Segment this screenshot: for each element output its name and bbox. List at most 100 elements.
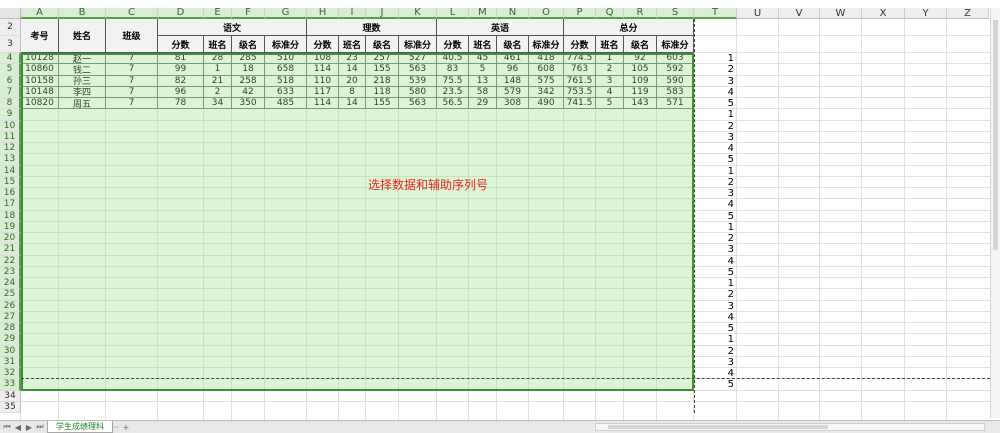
row-header-29[interactable]: 29 <box>0 334 21 346</box>
data-cell[interactable]: 105 <box>624 64 657 76</box>
horizontal-scroll-thumb[interactable] <box>608 425 828 429</box>
last-sheet-icon[interactable]: ⏭ <box>35 422 45 432</box>
vertical-scrollbar[interactable] <box>990 8 1000 418</box>
helper-sequence-cell[interactable]: 2 <box>694 64 737 75</box>
row-header-10[interactable]: 10 <box>0 120 21 132</box>
data-cell[interactable]: 563 <box>399 64 437 76</box>
column-header-j[interactable]: J <box>366 8 399 19</box>
row-header-8[interactable]: 8 <box>0 98 21 110</box>
row-header-13[interactable]: 13 <box>0 154 21 166</box>
data-cell[interactable]: 608 <box>529 64 564 76</box>
helper-sequence-cell[interactable]: 2 <box>694 177 737 188</box>
data-cell[interactable]: 周五 <box>59 98 106 110</box>
helper-sequence-cell[interactable]: 1 <box>694 53 737 64</box>
data-cell[interactable]: 4 <box>596 86 624 98</box>
subheader-class-rank[interactable]: 班名 <box>339 36 366 53</box>
row-header-7[interactable]: 7 <box>0 86 21 98</box>
helper-sequence-cell[interactable]: 4 <box>694 143 737 154</box>
data-cell[interactable]: 350 <box>232 98 265 110</box>
data-cell[interactable]: 563 <box>399 98 437 110</box>
data-cell[interactable]: 7 <box>106 98 158 110</box>
row-header-32[interactable]: 32 <box>0 368 21 380</box>
helper-sequence-cell[interactable]: 2 <box>694 346 737 357</box>
data-cell[interactable]: 7 <box>106 53 158 65</box>
helper-sequence-cell[interactable]: 5 <box>694 98 737 109</box>
data-cell[interactable]: 钱二 <box>59 64 106 76</box>
row-header-25[interactable]: 25 <box>0 289 21 301</box>
helper-sequence-cell[interactable]: 1 <box>694 222 737 233</box>
helper-sequence-cell[interactable]: 3 <box>694 132 737 143</box>
row-header-3[interactable]: 3 <box>0 36 21 53</box>
sheet-tab-active[interactable]: 学生成绩理科 <box>47 421 113 433</box>
data-cell[interactable]: 110 <box>307 75 339 87</box>
data-cell[interactable]: 761.5 <box>564 75 596 87</box>
column-header-m[interactable]: M <box>469 8 497 19</box>
data-cell[interactable]: 5 <box>596 98 624 110</box>
data-cell[interactable]: 490 <box>529 98 564 110</box>
helper-sequence-cell[interactable]: 3 <box>694 188 737 199</box>
row-header-26[interactable]: 26 <box>0 300 21 312</box>
data-cell[interactable]: 753.5 <box>564 86 596 98</box>
subheader-class-rank[interactable]: 班名 <box>596 36 624 53</box>
data-cell[interactable]: 29 <box>469 98 497 110</box>
helper-sequence-cell[interactable]: 5 <box>694 323 737 334</box>
column-header-z[interactable]: Z <box>947 8 989 19</box>
row-header-24[interactable]: 24 <box>0 278 21 290</box>
column-header-d[interactable]: D <box>158 8 204 19</box>
data-cell[interactable]: 108 <box>307 53 339 65</box>
data-cell[interactable]: 28 <box>204 53 232 65</box>
subheader-class-rank[interactable]: 班名 <box>204 36 232 53</box>
data-cell[interactable]: 1 <box>596 53 624 65</box>
column-header-h[interactable]: H <box>307 8 339 19</box>
data-cell[interactable]: 114 <box>307 98 339 110</box>
data-cell[interactable]: 590 <box>657 75 694 87</box>
first-sheet-icon[interactable]: ⏮ <box>2 422 12 432</box>
row-header-12[interactable]: 12 <box>0 143 21 155</box>
row-header-21[interactable]: 21 <box>0 244 21 256</box>
header-kaohao[interactable]: 考号 <box>21 19 59 53</box>
helper-sequence-cell[interactable]: 3 <box>694 301 737 312</box>
next-sheet-icon[interactable]: ▶ <box>24 422 34 432</box>
data-cell[interactable]: 571 <box>657 98 694 110</box>
header-banji[interactable]: 班级 <box>106 19 158 53</box>
data-cell[interactable]: 75.5 <box>437 75 469 87</box>
add-sheet-icon[interactable]: + <box>121 422 131 432</box>
data-cell[interactable]: 83 <box>437 64 469 76</box>
helper-sequence-cell[interactable]: 4 <box>694 199 737 210</box>
column-header-i[interactable]: I <box>339 8 366 19</box>
column-header-k[interactable]: K <box>399 8 437 19</box>
data-cell[interactable]: 10148 <box>21 86 59 98</box>
select-all-corner[interactable] <box>0 8 21 19</box>
row-header-6[interactable]: 6 <box>0 75 21 87</box>
data-cell[interactable]: 14 <box>339 98 366 110</box>
data-cell[interactable]: 13 <box>469 75 497 87</box>
row-header-2[interactable]: 2 <box>0 19 21 36</box>
data-cell[interactable]: 114 <box>307 64 339 76</box>
data-cell[interactable]: 20 <box>339 75 366 87</box>
column-header-v[interactable]: V <box>779 8 820 19</box>
data-cell[interactable]: 3 <box>596 75 624 87</box>
data-cell[interactable]: 763 <box>564 64 596 76</box>
data-cell[interactable]: 658 <box>265 64 307 76</box>
row-header-5[interactable]: 5 <box>0 64 21 76</box>
data-cell[interactable]: 285 <box>232 53 265 65</box>
data-cell[interactable]: 14 <box>339 64 366 76</box>
data-cell[interactable]: 579 <box>497 86 529 98</box>
column-header-l[interactable]: L <box>437 8 469 19</box>
row-header-15[interactable]: 15 <box>0 176 21 188</box>
data-cell[interactable]: 10128 <box>21 53 59 65</box>
row-header-16[interactable]: 16 <box>0 188 21 200</box>
helper-sequence-cell[interactable]: 2 <box>694 233 737 244</box>
column-header-s[interactable]: S <box>657 8 694 19</box>
data-cell[interactable]: 2 <box>596 64 624 76</box>
column-header-o[interactable]: O <box>529 8 564 19</box>
header-yingyu[interactable]: 英语 <box>437 19 564 36</box>
subheader-score[interactable]: 分数 <box>437 36 469 53</box>
data-cell[interactable]: 633 <box>265 86 307 98</box>
column-header-x[interactable]: X <box>862 8 905 19</box>
helper-sequence-cell[interactable]: 4 <box>694 256 737 267</box>
data-cell[interactable]: 518 <box>265 75 307 87</box>
data-cell[interactable]: 5 <box>469 64 497 76</box>
data-cell[interactable]: 592 <box>657 64 694 76</box>
subheader-grade-rank[interactable]: 级名 <box>366 36 399 53</box>
